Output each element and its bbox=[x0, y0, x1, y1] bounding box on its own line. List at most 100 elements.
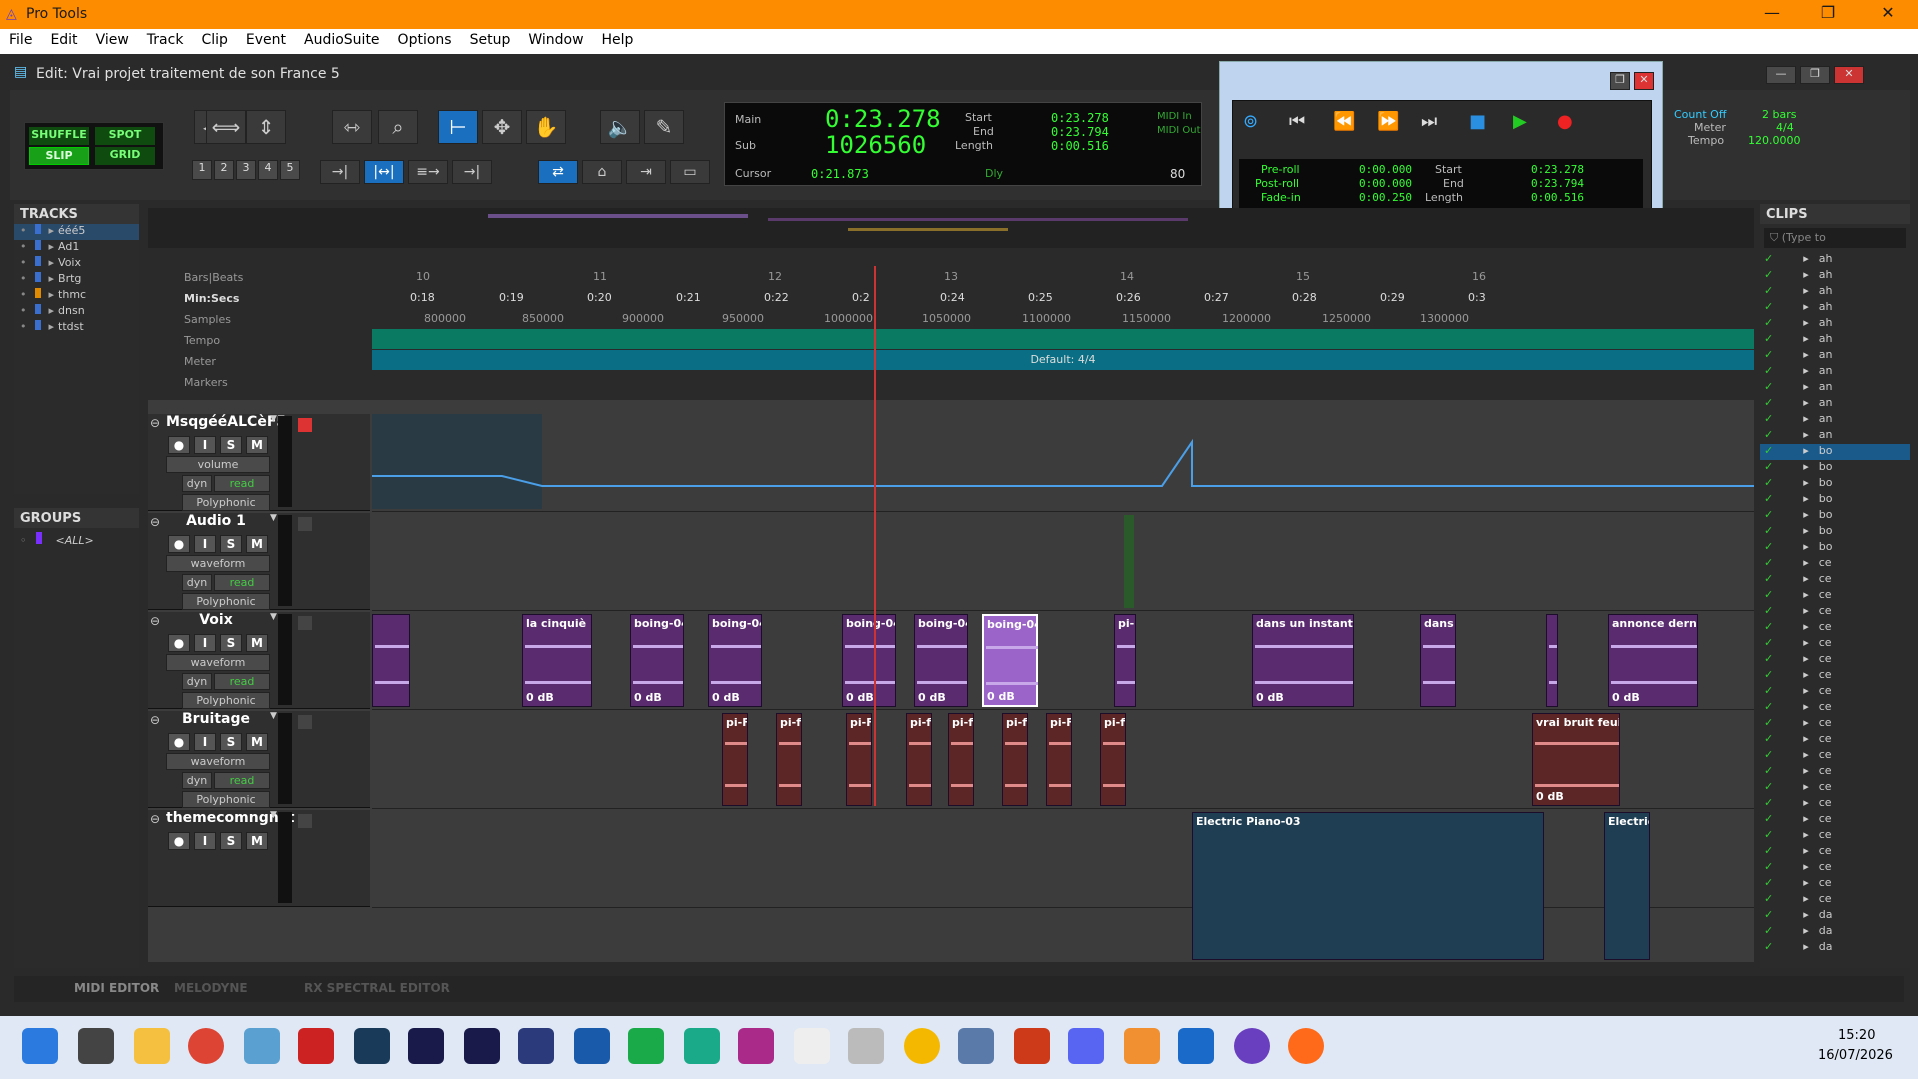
zoom-preset-5[interactable]: 5 bbox=[280, 160, 300, 180]
app-icon-orange[interactable] bbox=[1014, 1028, 1050, 1064]
trim-tool-icon[interactable]: ⊢ bbox=[438, 110, 478, 144]
clip-expand-icon[interactable]: ▸ bbox=[1803, 796, 1809, 809]
clip-expand-icon[interactable]: ▸ bbox=[1803, 268, 1809, 281]
midi-clip[interactable]: Electric Piano-03 bbox=[1192, 812, 1544, 960]
online-icon[interactable]: ⊚ bbox=[1243, 111, 1271, 137]
start-menu-icon[interactable] bbox=[22, 1028, 58, 1064]
voix-clip[interactable]: dans un instant 0 dB bbox=[1252, 614, 1354, 707]
tempo-ruler-track[interactable] bbox=[372, 329, 1754, 349]
track-solo-button[interactable]: S bbox=[220, 535, 242, 553]
track-mute-button[interactable]: M bbox=[246, 436, 268, 454]
voix-clip[interactable] bbox=[1546, 614, 1558, 707]
track-record-arm-icon[interactable] bbox=[298, 715, 312, 729]
word-icon[interactable] bbox=[1178, 1028, 1214, 1064]
clip-list-item[interactable]: ✓ ▸ ce bbox=[1760, 700, 1910, 716]
clip-expand-icon[interactable]: ▸ bbox=[1803, 908, 1809, 921]
clip-expand-icon[interactable]: ▸ bbox=[1803, 620, 1809, 633]
menu-track[interactable]: Track bbox=[138, 29, 193, 48]
clip-expand-icon[interactable]: ▸ bbox=[1803, 652, 1809, 665]
meter-ruler-label[interactable]: Meter bbox=[184, 355, 216, 368]
menu-window[interactable]: Window bbox=[519, 29, 592, 48]
automation-follows-edit-icon[interactable]: ⌂ bbox=[582, 160, 622, 184]
bruitage-clip[interactable]: pi-f bbox=[1100, 713, 1126, 806]
clip-expand-icon[interactable]: ▸ bbox=[1803, 492, 1809, 505]
clip-list-item[interactable]: ✓ ▸ bo bbox=[1760, 476, 1910, 492]
voice-selector[interactable]: Polyphonic bbox=[182, 791, 270, 808]
track-solo-button[interactable]: S bbox=[220, 634, 242, 652]
premiere-pro-icon[interactable] bbox=[408, 1028, 444, 1064]
transport-close-button[interactable]: ✕ bbox=[1634, 72, 1654, 90]
clip-list-item[interactable]: ✓ ▸ an bbox=[1760, 380, 1910, 396]
clip-list-item[interactable]: ✓ ▸ ah bbox=[1760, 316, 1910, 332]
automation-mode-selector[interactable]: read bbox=[214, 772, 270, 789]
clip-list-item[interactable]: ✓ ▸ bo bbox=[1760, 444, 1910, 460]
clip-expand-icon[interactable]: ▸ bbox=[1803, 284, 1809, 297]
group-item[interactable]: ◦ <ALL> bbox=[14, 532, 139, 548]
preroll-label[interactable]: Pre-roll bbox=[1261, 163, 1300, 176]
return-to-zero-icon[interactable]: ⏮ bbox=[1289, 111, 1305, 132]
voix-clip[interactable]: annonce dern 0 dB bbox=[1608, 614, 1698, 707]
clip-expand-icon[interactable]: ▸ bbox=[1803, 412, 1809, 425]
insertion-follows-icon[interactable]: →| bbox=[452, 160, 492, 184]
clip-list-item[interactable]: ✓ ▸ ce bbox=[1760, 876, 1910, 892]
clip-list-item[interactable]: ✓ ▸ an bbox=[1760, 348, 1910, 364]
commands-focus-icon[interactable]: ▭ bbox=[670, 160, 710, 184]
track-input-monitor-button[interactable]: I bbox=[194, 634, 216, 652]
track-name-dropdown-icon[interactable]: ▼ bbox=[270, 414, 277, 424]
clip-expand-icon[interactable]: ▸ bbox=[1803, 860, 1809, 873]
clip-list-item[interactable]: ✓ ▸ ce bbox=[1760, 764, 1910, 780]
main-counter-value[interactable]: 0:23.278 bbox=[825, 105, 941, 133]
nudge-value[interactable]: 80 bbox=[1170, 167, 1185, 181]
app-icon-grey[interactable] bbox=[848, 1028, 884, 1064]
track-name-dropdown-icon[interactable]: ▼ bbox=[270, 810, 277, 820]
maps-icon[interactable] bbox=[244, 1028, 280, 1064]
zoom-preset-2[interactable]: 2 bbox=[214, 160, 234, 180]
clip-list-item[interactable]: ✓ ▸ ce bbox=[1760, 796, 1910, 812]
track-visible-dot-icon[interactable]: • bbox=[20, 224, 27, 237]
zoom-preset-3[interactable]: 3 bbox=[236, 160, 256, 180]
track-solo-button[interactable]: S bbox=[220, 733, 242, 751]
voice-selector[interactable]: Polyphonic bbox=[182, 494, 270, 511]
end-value[interactable]: 0:23.794 bbox=[1051, 125, 1109, 139]
menu-view[interactable]: View bbox=[87, 29, 138, 48]
voix-clip[interactable]: boing-04 0 dB bbox=[914, 614, 968, 707]
voix-clip[interactable]: pi- bbox=[1114, 614, 1136, 707]
clip-expand-icon[interactable]: ▸ bbox=[1803, 924, 1809, 937]
audio1-clip[interactable] bbox=[1124, 515, 1134, 608]
after-effects-icon[interactable] bbox=[464, 1028, 500, 1064]
clip-expand-icon[interactable]: ▸ bbox=[1803, 748, 1809, 761]
voix-clip[interactable]: boing-04 0 dB bbox=[708, 614, 762, 707]
clip-list-item[interactable]: ✓ ▸ an bbox=[1760, 412, 1910, 428]
clip-expand-icon[interactable]: ▸ bbox=[1803, 588, 1809, 601]
clip-list-item[interactable]: ✓ ▸ bo bbox=[1760, 492, 1910, 508]
markers-ruler-label[interactable]: Markers bbox=[184, 376, 228, 389]
clip-list-item[interactable]: ✓ ▸ bo bbox=[1760, 540, 1910, 556]
voice-selector[interactable]: Polyphonic bbox=[182, 692, 270, 709]
clip-list-item[interactable]: ✓ ▸ ce bbox=[1760, 860, 1910, 876]
clock-date[interactable]: 16/07/2026 bbox=[1818, 1048, 1893, 1063]
app-icon-red[interactable] bbox=[298, 1028, 334, 1064]
close-button[interactable]: ✕ bbox=[1868, 3, 1908, 22]
track-visible-dot-icon[interactable]: • bbox=[20, 240, 27, 253]
track-name-dropdown-icon[interactable]: ▼ bbox=[270, 513, 277, 523]
clip-list-item[interactable]: ✓ ▸ ce bbox=[1760, 892, 1910, 908]
clip-list-item[interactable]: ✓ ▸ da bbox=[1760, 908, 1910, 924]
track-expand-icon[interactable]: ⊖ bbox=[150, 515, 160, 529]
track-record-arm-icon[interactable] bbox=[298, 616, 312, 630]
bruitage-clip[interactable]: pi-f bbox=[776, 713, 802, 806]
clip-list-item[interactable]: ✓ ▸ ce bbox=[1760, 668, 1910, 684]
track-view-selector[interactable]: waveform bbox=[166, 654, 270, 671]
voix-clip[interactable]: boing-04 0 dB bbox=[630, 614, 684, 707]
track-expand-icon[interactable]: ⊖ bbox=[150, 416, 160, 430]
clip-expand-icon[interactable]: ▸ bbox=[1803, 700, 1809, 713]
transport-restore-button[interactable]: ❐ bbox=[1610, 72, 1630, 90]
clip-list-item[interactable]: ✓ ▸ ce bbox=[1760, 684, 1910, 700]
delay-compensation-label[interactable]: Dly bbox=[985, 167, 1003, 180]
clip-expand-icon[interactable]: ▸ bbox=[1803, 780, 1809, 793]
menu-event[interactable]: Event bbox=[237, 29, 295, 48]
clip-expand-icon[interactable]: ▸ bbox=[1803, 444, 1809, 457]
clip-list-item[interactable]: ✓ ▸ da bbox=[1760, 924, 1910, 940]
go-to-end-icon[interactable]: ⏭ bbox=[1421, 111, 1437, 132]
meter-value[interactable]: 4/4 bbox=[1776, 121, 1794, 134]
automation-mode-selector[interactable]: read bbox=[214, 673, 270, 690]
